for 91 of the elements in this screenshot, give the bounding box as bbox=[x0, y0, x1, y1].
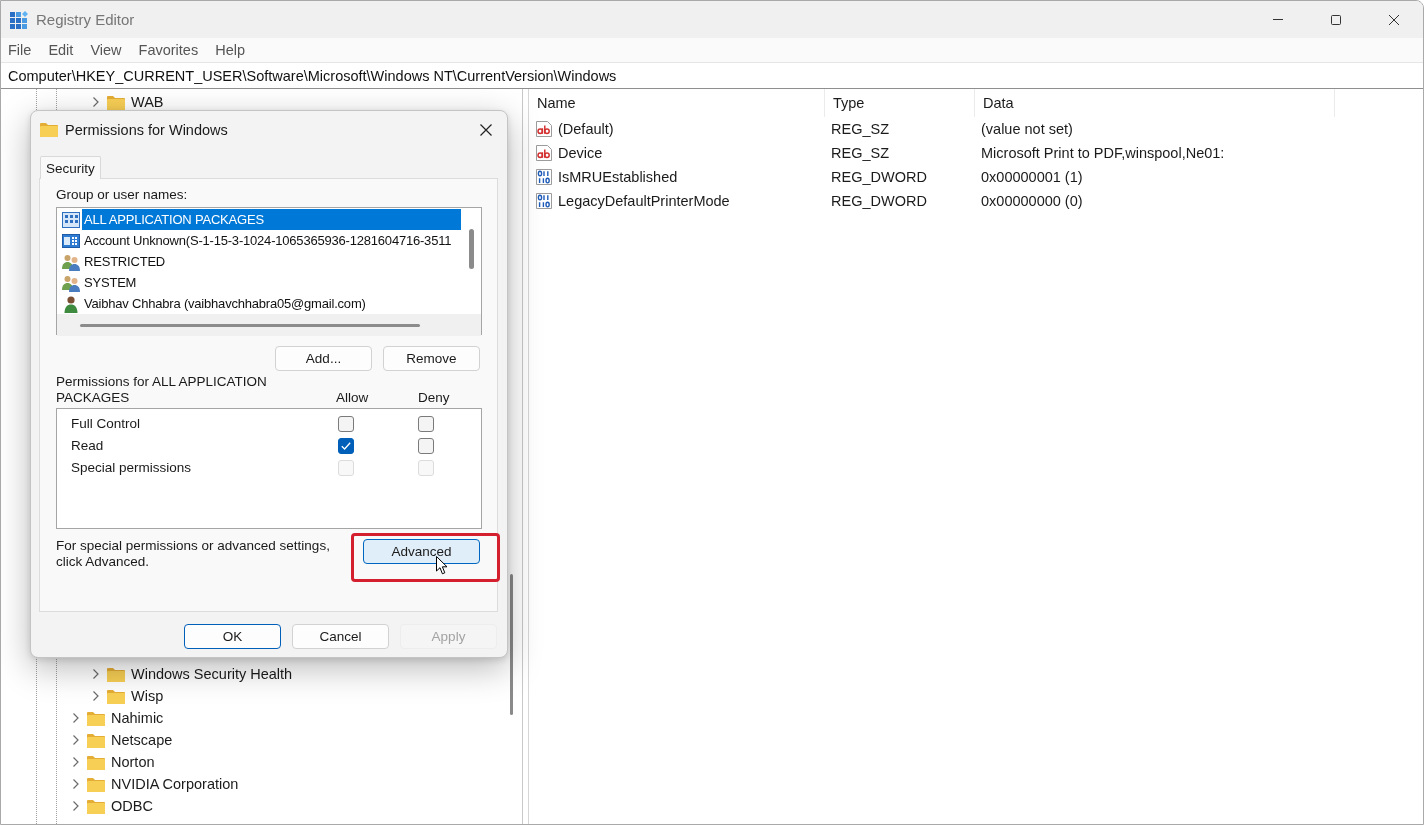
list-item[interactable]: SYSTEM bbox=[82, 272, 461, 293]
tree-item[interactable]: WAB bbox=[129, 92, 166, 112]
window-title: Registry Editor bbox=[36, 11, 135, 28]
value-type: REG_DWORD bbox=[830, 169, 928, 185]
folder-icon bbox=[107, 688, 125, 704]
folder-icon bbox=[87, 776, 105, 792]
value-data: 0x00000001 (1) bbox=[980, 169, 1084, 185]
advanced-button[interactable]: Advanced bbox=[363, 539, 480, 564]
tab[interactable]: Security bbox=[40, 156, 101, 179]
chevron-right-icon[interactable] bbox=[73, 779, 79, 789]
checkbox[interactable] bbox=[418, 438, 434, 454]
user-icon bbox=[62, 294, 80, 313]
value-data: (value not set) bbox=[980, 121, 1074, 137]
value-name[interactable]: Device bbox=[556, 143, 605, 163]
checkbox[interactable] bbox=[338, 416, 354, 432]
chevron-right-icon[interactable] bbox=[73, 735, 79, 745]
list-item[interactable]: ALL APPLICATION PACKAGES bbox=[82, 209, 461, 230]
value-type: REG_DWORD bbox=[830, 193, 928, 209]
checkbox[interactable] bbox=[418, 416, 434, 432]
window-icon bbox=[62, 231, 80, 250]
permission-name: Special permissions bbox=[70, 460, 193, 476]
scrollbar-thumb[interactable] bbox=[510, 574, 513, 715]
tree-item[interactable]: Netscape bbox=[109, 730, 175, 750]
value-data: 0x00000000 (0) bbox=[980, 193, 1084, 209]
scrollbar-thumb[interactable] bbox=[80, 323, 420, 327]
user-list[interactable]: ALL APPLICATION PACKAGES Account Unknown(S-1-15-3-1024-1065365936-1281604716-3511 RESTRICTED SYSTEM Vaibhav Chhabra (vaibhavchhabra05@gmail.com) bbox=[56, 207, 482, 335]
folder-icon bbox=[87, 732, 105, 748]
tree-item[interactable]: NVIDIA Corporation bbox=[109, 774, 241, 794]
tree-item[interactable]: Windows Security Health bbox=[129, 664, 295, 684]
tree-item[interactable]: Norton bbox=[109, 752, 157, 772]
value-data: Microsoft Print to PDF,winspool,Ne01: bbox=[980, 145, 1226, 161]
tree-item[interactable]: ODBC bbox=[109, 796, 155, 816]
chevron-right-icon[interactable] bbox=[93, 691, 99, 701]
menu-item[interactable]: Edit bbox=[48, 42, 74, 58]
column-header[interactable]: Data bbox=[975, 89, 1335, 117]
column-header: Allow bbox=[336, 390, 370, 406]
permission-name: Read bbox=[70, 438, 105, 454]
scrollbar-thumb[interactable] bbox=[468, 229, 474, 269]
hint-text: For special permissions or advanced settings, click Advanced. bbox=[56, 537, 331, 570]
permissions-label: Permissions for ALL APPLICATION PACKAGES bbox=[56, 374, 268, 406]
folder-icon bbox=[87, 710, 105, 726]
list-item[interactable]: Account Unknown(S-1-15-3-1024-1065365936-1281604716-3511 bbox=[82, 230, 461, 251]
close-icon bbox=[1389, 14, 1399, 25]
address-field[interactable]: Computer\HKEY_CURRENT_USER\Software\Microsoft\Windows NT\CurrentVersion\Windows bbox=[1, 62, 1423, 89]
binary-value-icon bbox=[535, 168, 553, 186]
menu-item[interactable]: Favorites bbox=[138, 42, 199, 58]
binary-value-icon bbox=[535, 192, 553, 210]
users-icon bbox=[62, 273, 80, 292]
chevron-right-icon[interactable] bbox=[73, 713, 79, 723]
menu-item[interactable]: View bbox=[90, 42, 122, 58]
list-item[interactable]: Vaibhav Chhabra (vaibhavchhabra05@gmail.com) bbox=[82, 293, 461, 314]
folder-icon bbox=[40, 122, 58, 137]
checkmark-icon bbox=[341, 442, 351, 450]
dialog-button[interactable]: Add... bbox=[275, 346, 372, 371]
dialog-button[interactable]: Remove bbox=[383, 346, 480, 371]
value-name[interactable]: LegacyDefaultPrinterMode bbox=[556, 191, 732, 211]
list-label: Group or user names: bbox=[56, 187, 189, 203]
permission-name: Full Control bbox=[70, 416, 142, 432]
cubes-icon bbox=[10, 10, 28, 29]
dialog-title: Permissions for Windows bbox=[65, 121, 228, 138]
mouse-pointer-icon bbox=[436, 556, 448, 575]
dialog-button[interactable]: OK bbox=[184, 624, 281, 649]
menu-item[interactable]: Help bbox=[215, 42, 245, 58]
value-type: REG_SZ bbox=[830, 145, 890, 161]
value-name[interactable]: IsMRUEstablished bbox=[556, 167, 680, 187]
dialog-button[interactable]: Cancel bbox=[292, 624, 389, 649]
column-header: Deny bbox=[418, 390, 451, 406]
close-icon bbox=[480, 123, 492, 136]
tree-item[interactable]: Nahimic bbox=[109, 708, 166, 728]
list-item[interactable]: RESTRICTED bbox=[82, 251, 461, 272]
value-type: REG_SZ bbox=[830, 121, 890, 137]
checkbox[interactable] bbox=[338, 438, 354, 454]
users-icon bbox=[62, 252, 80, 271]
folder-icon bbox=[87, 798, 105, 814]
string-value-icon bbox=[535, 144, 553, 162]
folder-icon bbox=[107, 94, 125, 110]
maximize-icon bbox=[1331, 14, 1341, 25]
menu-item[interactable]: File bbox=[8, 42, 32, 58]
chevron-right-icon[interactable] bbox=[73, 757, 79, 767]
tree-item[interactable]: Wisp bbox=[129, 686, 166, 706]
column-header[interactable]: Name bbox=[529, 89, 825, 117]
column-header[interactable]: Type bbox=[825, 89, 975, 117]
string-value-icon bbox=[535, 120, 553, 138]
minimize-icon bbox=[1273, 19, 1283, 20]
folder-icon bbox=[87, 754, 105, 770]
chevron-right-icon[interactable] bbox=[93, 669, 99, 679]
chevron-right-icon[interactable] bbox=[73, 801, 79, 811]
value-name[interactable]: (Default) bbox=[556, 119, 616, 139]
chevron-right-icon[interactable] bbox=[93, 97, 99, 107]
app-grid-icon bbox=[62, 210, 80, 229]
folder-icon bbox=[107, 666, 125, 682]
